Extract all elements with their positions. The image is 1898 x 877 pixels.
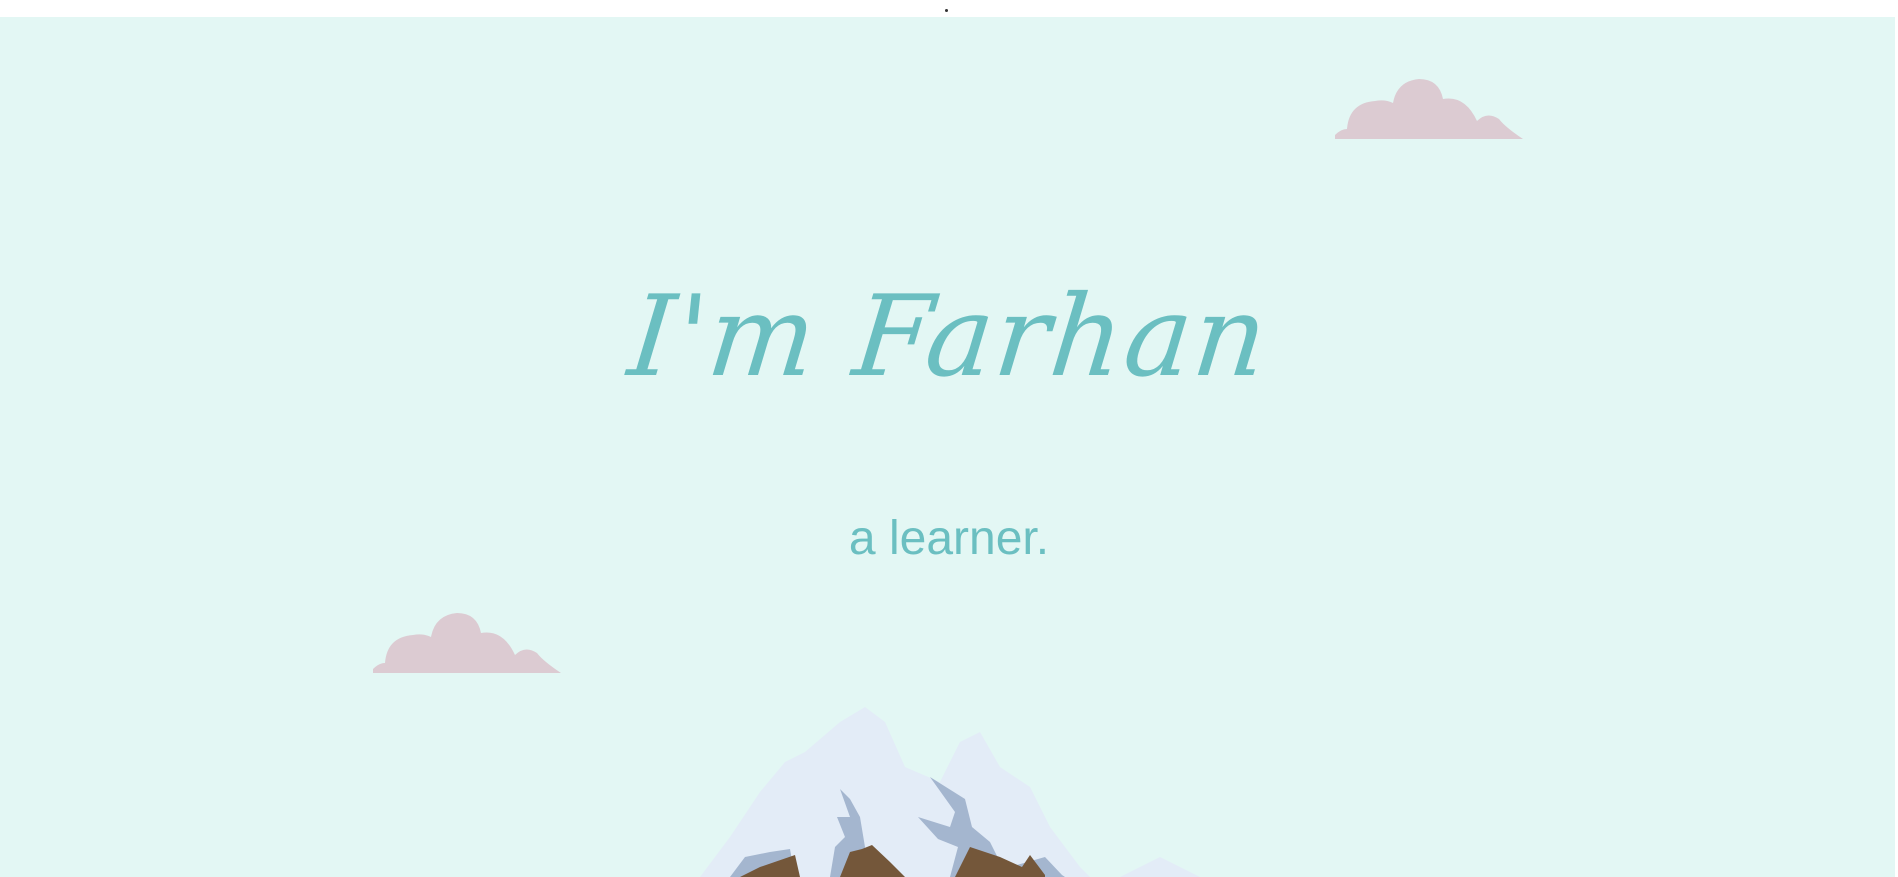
hero-section: I'm Farhan a learner.: [0, 17, 1898, 877]
mountain-illustration: [700, 707, 1200, 877]
indicator-dot: [945, 9, 948, 12]
hero-tagline: a learner.: [848, 512, 1050, 565]
hero-name: I'm Farhan: [623, 272, 1275, 402]
mountain-small-peak: [1120, 857, 1200, 877]
cloud-icon: [1335, 79, 1523, 139]
mountain-snow: [700, 707, 1090, 877]
top-bar: [0, 0, 1898, 17]
cloud-icon: [373, 613, 561, 673]
